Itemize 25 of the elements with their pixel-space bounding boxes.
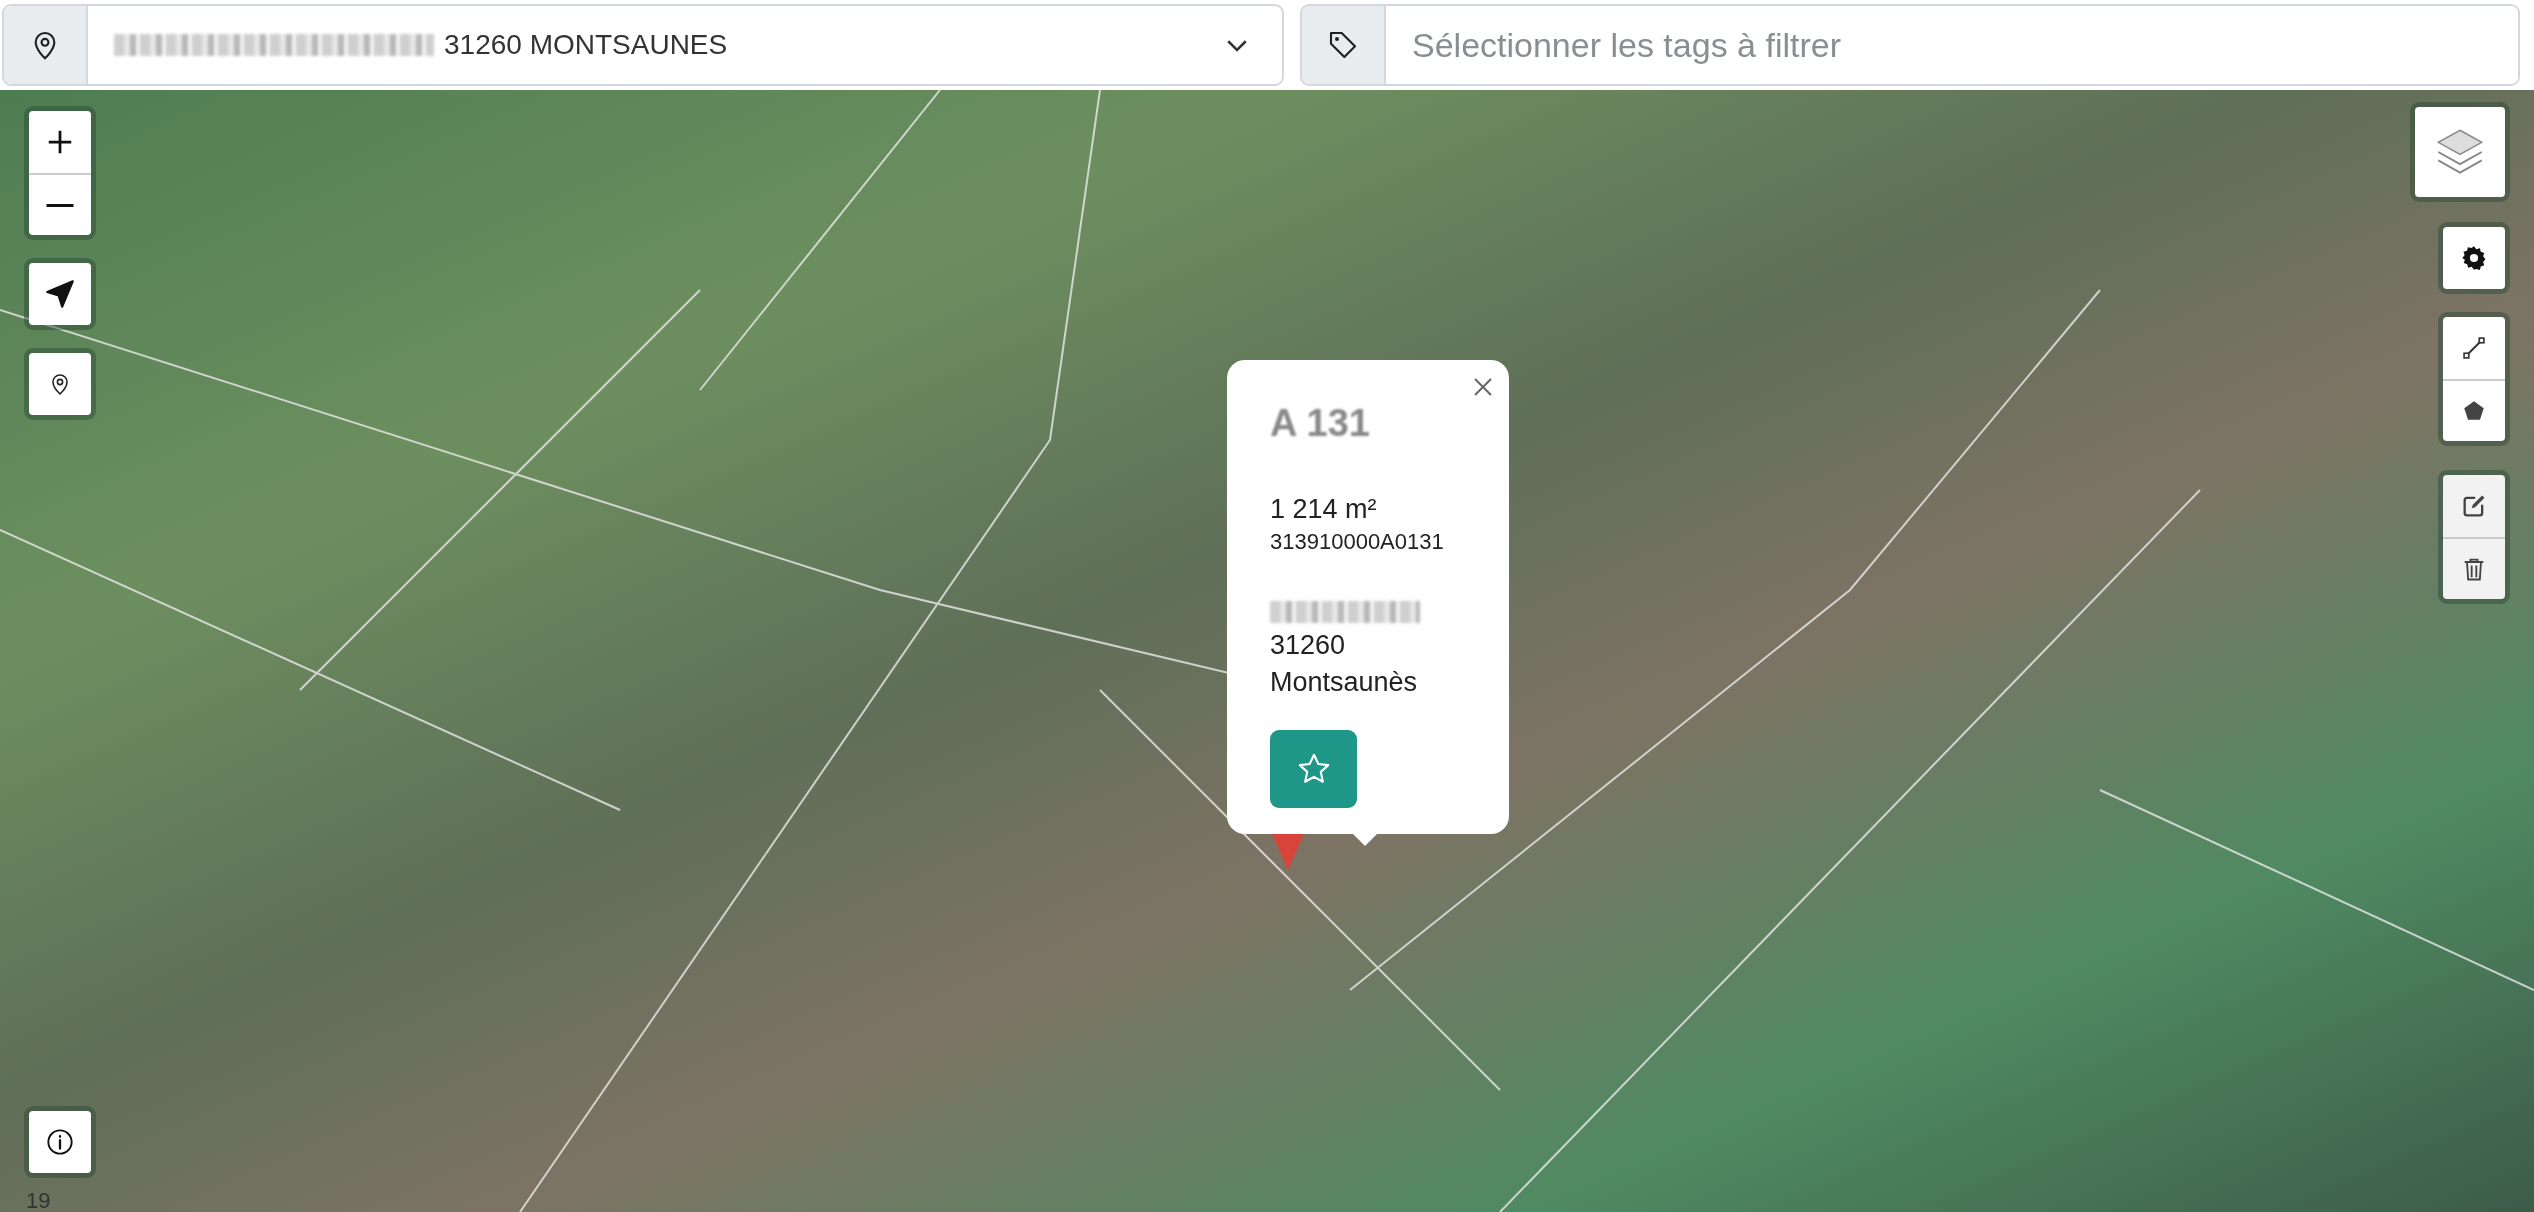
parcel-area: 1 214 m²	[1270, 491, 1469, 528]
zoom-level: 19	[26, 1190, 51, 1212]
postcode: 31260	[1270, 629, 1347, 663]
edit-button[interactable]	[2443, 475, 2505, 537]
locate-button[interactable]	[29, 263, 91, 325]
zoom-out-button[interactable]	[29, 173, 91, 235]
draw-line-button[interactable]	[2443, 317, 2505, 379]
layers-button[interactable]	[2415, 107, 2505, 197]
delete-button[interactable]	[2443, 537, 2505, 599]
zoom-in-button[interactable]	[29, 111, 91, 173]
marker-button[interactable]	[29, 353, 91, 415]
minus-icon	[46, 203, 74, 207]
info-button[interactable]	[29, 1111, 91, 1173]
draw-polygon-button[interactable]	[2443, 379, 2505, 441]
favorite-button[interactable]	[1270, 730, 1357, 808]
info-icon	[46, 1128, 74, 1156]
tag-filter-field[interactable]: Sélectionner les tags à filtrer	[1300, 4, 2520, 86]
parcel-id: 313910000A0131	[1270, 528, 1445, 557]
city-name: Montsaunès	[1270, 665, 1419, 699]
parcel-title: A 131	[1270, 402, 1371, 445]
settings-icon	[2460, 244, 2488, 272]
settings-button[interactable]	[2443, 227, 2505, 289]
line-icon	[2460, 334, 2488, 362]
tag-icon	[1327, 29, 1359, 61]
navigation-arrow-icon	[43, 277, 77, 311]
